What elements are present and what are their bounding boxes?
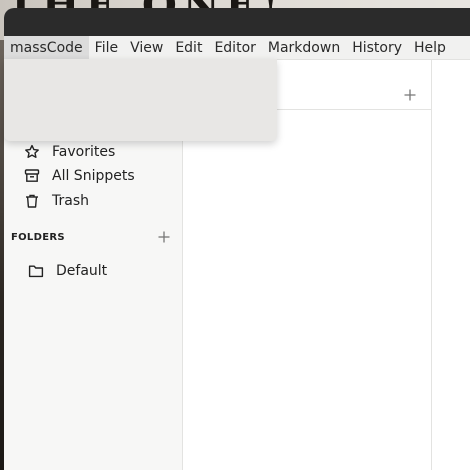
trash-icon bbox=[26, 194, 38, 208]
folders-header: FOLDERS bbox=[11, 230, 171, 244]
masscode-dropdown-menu[interactable] bbox=[4, 59, 277, 141]
add-snippet-button[interactable] bbox=[403, 88, 417, 105]
sidebar-item-all-snippets[interactable]: All Snippets bbox=[24, 165, 135, 187]
sidebar-item-label: All Snippets bbox=[52, 168, 135, 184]
plus-icon bbox=[404, 89, 416, 101]
plus-icon bbox=[158, 231, 170, 243]
add-folder-button[interactable] bbox=[157, 230, 171, 244]
window-titlebar bbox=[4, 8, 470, 36]
menu-masscode[interactable]: massCode bbox=[4, 35, 89, 60]
menu-editor[interactable]: Editor bbox=[208, 36, 261, 60]
menu-help[interactable]: Help bbox=[408, 36, 452, 60]
sidebar-item-trash[interactable]: Trash bbox=[24, 190, 89, 212]
folders-title: FOLDERS bbox=[11, 231, 65, 243]
archive-icon bbox=[24, 169, 40, 182]
folder-item-label: Default bbox=[56, 263, 108, 279]
star-icon bbox=[25, 144, 39, 158]
folder-icon bbox=[28, 265, 44, 278]
sidebar-item-favorites[interactable]: Favorites bbox=[24, 141, 115, 163]
menu-history[interactable]: History bbox=[346, 36, 408, 60]
menu-bar: massCode File View Edit Editor Markdown … bbox=[4, 35, 470, 60]
sidebar-item-label: Favorites bbox=[52, 144, 116, 160]
menu-view[interactable]: View bbox=[124, 36, 169, 60]
menu-file[interactable]: File bbox=[89, 36, 124, 60]
menu-edit[interactable]: Edit bbox=[169, 36, 208, 60]
menu-markdown[interactable]: Markdown bbox=[262, 36, 346, 60]
sidebar-item-label: Trash bbox=[52, 193, 89, 209]
folder-item-default[interactable]: Default bbox=[28, 260, 107, 282]
